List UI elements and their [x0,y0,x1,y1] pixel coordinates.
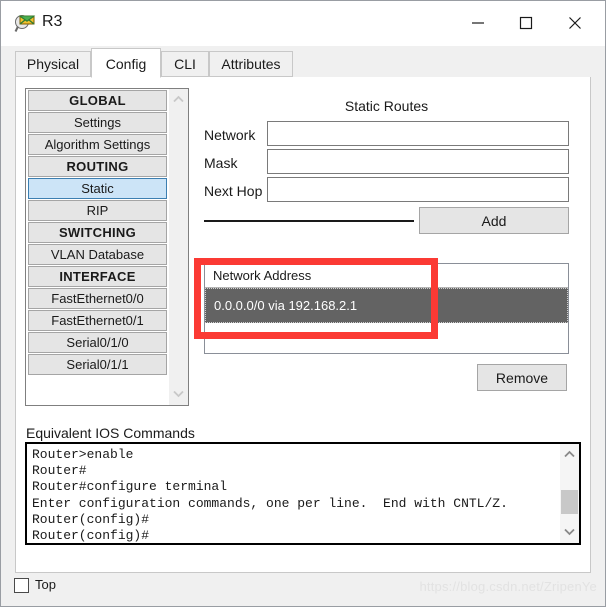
sidebar-section-switching[interactable]: SWITCHING [28,222,167,243]
static-routes-title: Static Routes [344,98,429,114]
add-route-button[interactable]: Add [419,207,569,234]
sidebar-section-interface[interactable]: INTERFACE [28,266,167,287]
tab-attributes[interactable]: Attributes [209,51,293,77]
network-address-list[interactable]: Network Address 0.0.0.0/0 via 192.168.2.… [204,263,569,354]
config-sidebar: GLOBAL Settings Algorithm Settings ROUTI… [25,88,189,406]
ios-scrollbar-thumb[interactable] [561,490,578,514]
sidebar-item-settings[interactable]: Settings [28,112,167,133]
chevron-up-icon[interactable] [169,91,188,109]
tab-physical[interactable]: Physical [15,51,91,77]
device-config-window: R3 Physical Config CLI Attributes GLOBAL… [0,0,606,607]
close-icon[interactable] [552,1,598,45]
title-bar: R3 [1,1,605,47]
sidebar-item-algorithm-settings[interactable]: Algorithm Settings [28,134,167,155]
sidebar-item-static[interactable]: Static [28,178,167,199]
packet-tracer-router-icon [14,12,36,34]
network-input[interactable] [267,121,569,146]
mask-input[interactable] [267,149,569,174]
equivalent-ios-commands-label: Equivalent IOS Commands [26,425,195,441]
form-divider [204,220,414,222]
top-checkbox[interactable] [14,578,29,593]
sidebar-item-vlan-database[interactable]: VLAN Database [28,244,167,265]
tab-cli[interactable]: CLI [161,51,209,77]
chevron-down-icon[interactable] [560,523,579,541]
next-hop-input[interactable] [267,177,569,202]
ios-scrollbar[interactable] [560,444,579,543]
sidebar-item-rip[interactable]: RIP [28,200,167,221]
mask-label: Mask [204,155,238,171]
top-checkbox-label: Top [35,577,56,592]
watermark: https://blog.csdn.net/ZripenYe [419,579,597,594]
config-sidebar-list[interactable]: GLOBAL Settings Algorithm Settings ROUTI… [26,89,170,405]
next-hop-label: Next Hop [204,183,263,199]
list-item[interactable]: 0.0.0.0/0 via 192.168.2.1 [205,288,568,323]
remove-route-button[interactable]: Remove [477,364,567,391]
equivalent-ios-commands-box[interactable]: Router>enable Router# Router#configure t… [25,442,581,545]
maximize-icon[interactable] [503,1,549,45]
chevron-down-icon[interactable] [169,385,188,403]
tab-config[interactable]: Config [91,48,161,78]
tab-strip: Physical Config CLI Attributes [1,46,605,78]
sidebar-section-global[interactable]: GLOBAL [28,90,167,111]
chevron-up-icon[interactable] [560,446,579,464]
network-address-column-header: Network Address [205,264,568,288]
window-title: R3 [42,13,63,30]
ios-command-output: Router>enable Router# Router#configure t… [27,444,560,543]
sidebar-section-routing[interactable]: ROUTING [28,156,167,177]
sidebar-item-fastethernet0-0[interactable]: FastEthernet0/0 [28,288,167,309]
sidebar-item-serial0-1-1[interactable]: Serial0/1/1 [28,354,167,375]
sidebar-item-serial0-1-0[interactable]: Serial0/1/0 [28,332,167,353]
sidebar-item-fastethernet0-1[interactable]: FastEthernet0/1 [28,310,167,331]
network-label: Network [204,127,256,143]
minimize-icon[interactable] [455,1,501,45]
sidebar-scrollbar[interactable] [169,89,188,405]
